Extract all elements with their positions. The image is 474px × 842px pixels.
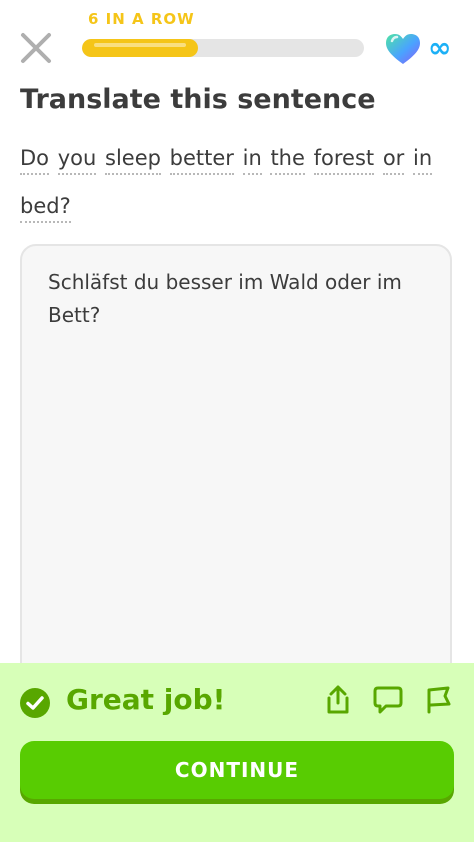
flag-icon [427, 686, 451, 714]
share-icon [327, 685, 349, 714]
report-button[interactable] [422, 683, 454, 717]
prompt-word[interactable]: in [242, 143, 262, 175]
heart-icon [386, 34, 420, 64]
continue-button[interactable]: CONTINUE [20, 741, 454, 799]
comment-button[interactable] [372, 683, 404, 717]
answer-input[interactable]: Schläfst du besser im Wald oder im Bett? [20, 244, 452, 704]
prompt-word[interactable]: forest [313, 143, 375, 175]
progress-shine [94, 43, 186, 47]
prompt-word[interactable]: better [169, 143, 234, 175]
answer-text: Schläfst du besser im Wald oder im Bett? [48, 270, 402, 327]
comment-icon [373, 686, 403, 714]
prompt-word[interactable]: the [270, 143, 305, 175]
prompt-word[interactable]: in [412, 143, 433, 175]
lesson-progress-bar [82, 39, 364, 57]
streak-label: 6 IN A ROW [88, 10, 195, 28]
close-button[interactable] [18, 30, 54, 66]
exercise-title: Translate this sentence [20, 84, 376, 115]
prompt-word[interactable]: Do [20, 143, 50, 175]
feedback-banner: Great job! CONTINUE [0, 663, 474, 842]
prompt-word[interactable]: sleep [105, 143, 161, 175]
check-icon [26, 696, 44, 710]
prompt-word[interactable]: you [57, 143, 97, 175]
infinity-icon: ∞ [428, 31, 452, 64]
prompt-word[interactable]: bed? [20, 191, 71, 223]
feedback-message: Great job! [66, 683, 226, 716]
close-icon [21, 33, 51, 63]
prompt-word[interactable]: or [382, 143, 405, 175]
share-button[interactable] [322, 683, 354, 717]
prompt-sentence: Do you sleep better in the forest or in … [20, 134, 440, 230]
check-badge [20, 688, 50, 718]
progress-fill [82, 39, 198, 57]
hearts-indicator[interactable] [384, 32, 422, 66]
